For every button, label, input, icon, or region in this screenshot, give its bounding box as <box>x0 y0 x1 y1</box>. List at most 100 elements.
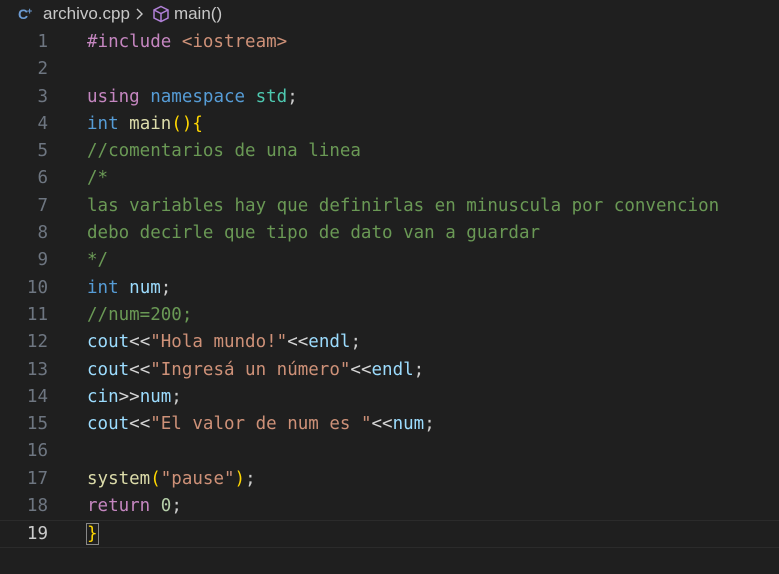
code-token: ; <box>171 496 182 517</box>
line-number: 1 <box>37 32 48 52</box>
code-text[interactable]: return 0; <box>87 493 182 520</box>
code-token: endl <box>371 359 414 380</box>
line-number: 12 <box>26 332 48 353</box>
code-token: << <box>129 359 151 380</box>
line-number: 18 <box>26 496 48 517</box>
line-number: 6 <box>37 168 48 189</box>
code-line[interactable]: 17 system("pause"); <box>0 466 779 493</box>
code-token: cin <box>87 386 119 407</box>
code-line[interactable]: 11 //num=200; <box>0 302 779 329</box>
code-token: num <box>139 386 172 407</box>
code-token: << <box>371 414 393 435</box>
code-token: las variables hay que definirlas en minu… <box>87 195 720 216</box>
code-token: } <box>86 523 99 546</box>
code-line[interactable]: 13 cout<<"Ingresá un número"<<endl; <box>0 357 779 384</box>
cpp-file-icon: C + <box>17 5 37 23</box>
line-number: 15 <box>26 414 48 435</box>
code-text[interactable]: cout<<"Ingresá un número"<<endl; <box>87 357 424 384</box>
line-number: 11 <box>26 304 48 325</box>
code-token: num <box>392 414 425 435</box>
code-line[interactable]: 14 cin>>num; <box>0 384 779 411</box>
code-token: cout <box>87 359 130 380</box>
code-token: >> <box>118 386 140 407</box>
code-text[interactable]: using namespace std; <box>87 84 298 111</box>
code-token: //comentarios de una linea <box>87 141 361 162</box>
line-number: 7 <box>37 195 48 216</box>
code-line[interactable]: 6 /* <box>0 165 779 192</box>
code-token: "El valor de num es " <box>150 414 372 435</box>
code-token: /* <box>87 168 109 189</box>
code-token: int <box>87 277 119 298</box>
code-text[interactable]: //num=200; <box>87 302 192 329</box>
code-lines[interactable]: 1 #include <iostream> 2 3 using namespace st… <box>0 29 779 548</box>
code-line[interactable]: 2 <box>0 56 779 83</box>
code-line[interactable]: 3 using namespace std; <box>0 84 779 111</box>
code-token: int <box>87 113 119 134</box>
code-line[interactable]: 1 #include <iostream> <box>0 29 779 56</box>
code-token: ; <box>245 468 256 489</box>
code-text[interactable]: las variables hay que definirlas en minu… <box>87 193 719 220</box>
line-number: 4 <box>37 113 48 134</box>
code-text[interactable]: int main(){ <box>87 111 203 138</box>
code-token: "Hola mundo!" <box>150 332 288 353</box>
code-text[interactable]: debo decirle que tipo de dato van a guar… <box>87 220 540 247</box>
line-number: 8 <box>37 223 48 244</box>
code-text[interactable]: int num; <box>87 275 171 302</box>
svg-text:+: + <box>27 6 32 16</box>
code-text[interactable]: #include <iostream> <box>87 29 287 56</box>
code-line[interactable]: 15 cout<<"El valor de num es "<<num; <box>0 411 779 438</box>
code-token: () <box>171 113 193 134</box>
code-text[interactable]: cout<<"El valor de num es "<<num; <box>87 411 435 438</box>
code-line[interactable]: 16 <box>0 438 779 465</box>
code-line[interactable]: 19} <box>0 520 779 548</box>
breadcrumb-symbol-name[interactable]: main() <box>174 4 222 24</box>
line-number: 17 <box>26 468 48 489</box>
line-number: 9 <box>37 250 48 271</box>
code-line[interactable]: 10 int num; <box>0 275 779 302</box>
code-token: //num=200; <box>87 304 193 325</box>
code-token: std <box>255 86 288 107</box>
code-text[interactable]: //comentarios de una linea <box>87 138 361 165</box>
line-number: 3 <box>37 86 48 107</box>
code-token: ; <box>171 386 182 407</box>
code-text[interactable]: } <box>86 521 99 548</box>
code-token: ; <box>413 359 425 380</box>
code-token: system <box>87 468 151 489</box>
line-number: 19 <box>26 524 48 545</box>
breadcrumb-file-name[interactable]: archivo.cpp <box>43 4 130 24</box>
code-line[interactable]: 9 */ <box>0 247 779 274</box>
line-number: 14 <box>26 386 48 407</box>
method-cube-icon <box>152 5 170 23</box>
code-token: #include <box>87 32 182 52</box>
code-editor[interactable]: C + archivo.cpp main() 1 #include <iostre… <box>0 0 779 574</box>
code-token: num <box>129 277 161 298</box>
code-token: */ <box>87 250 109 271</box>
code-line[interactable]: 8 debo decirle que tipo de dato van a gua… <box>0 220 779 247</box>
code-text[interactable]: */ <box>87 247 108 274</box>
line-number: 10 <box>26 277 48 298</box>
breadcrumb: C + archivo.cpp main() <box>0 0 779 28</box>
code-token: << <box>350 359 372 380</box>
code-token: using <box>87 86 140 107</box>
code-line[interactable]: 7 las variables hay que definirlas en min… <box>0 193 779 220</box>
code-token: return <box>87 496 151 517</box>
code-token: endl <box>308 332 351 353</box>
code-text[interactable]: cin>>num; <box>87 384 182 411</box>
code-text[interactable]: cout<<"Hola mundo!"<<endl; <box>87 329 361 356</box>
code-token: ; <box>350 332 361 353</box>
code-token: ; <box>287 86 298 107</box>
code-token: { <box>192 113 203 134</box>
code-line[interactable]: 18 return 0; <box>0 493 779 520</box>
code-token: main <box>129 113 172 134</box>
line-number: 2 <box>37 59 48 80</box>
code-text[interactable]: /* <box>87 165 108 192</box>
code-line[interactable]: 12 cout<<"Hola mundo!"<<endl; <box>0 329 779 356</box>
code-line[interactable]: 4 int main(){ <box>0 111 779 138</box>
code-line[interactable]: 5 //comentarios de una linea <box>0 138 779 165</box>
code-token: "Ingresá un número" <box>150 359 351 380</box>
code-token: << <box>129 332 151 353</box>
code-text[interactable]: system("pause"); <box>87 466 256 493</box>
